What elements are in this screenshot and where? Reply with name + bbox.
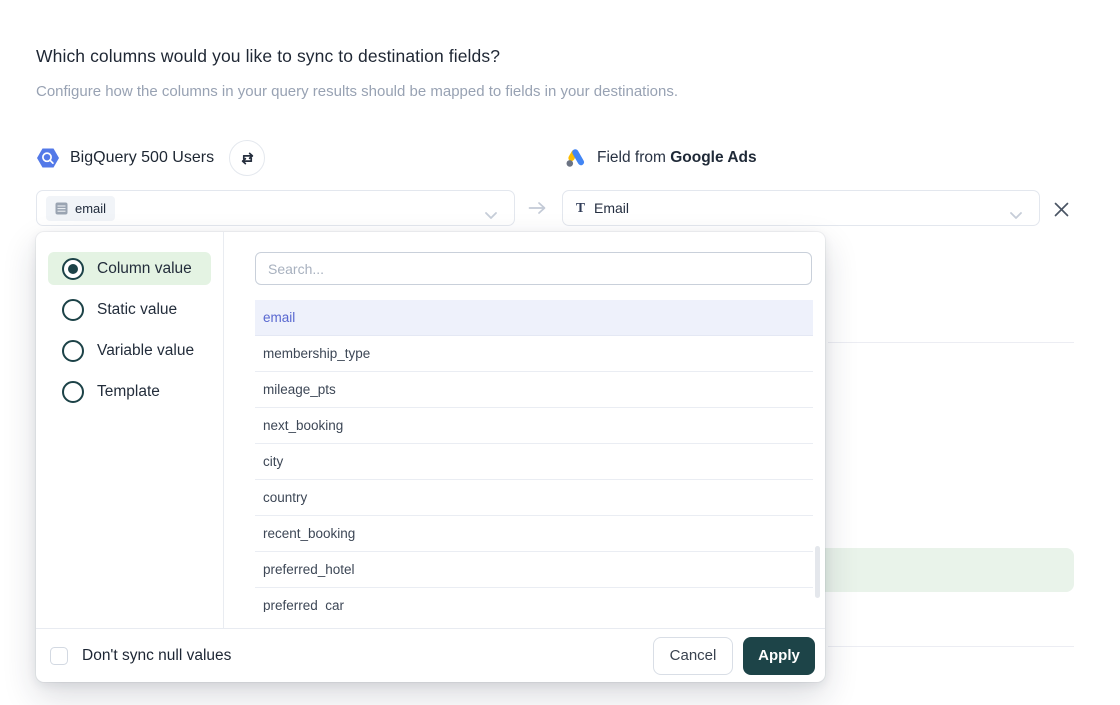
google-ads-icon — [565, 147, 587, 169]
column-list: emailmembership_typemileage_ptsnext_book… — [255, 300, 813, 612]
page-title: Which columns would you like to sync to … — [36, 46, 500, 67]
column-option[interactable]: preferred_hotel — [255, 552, 813, 588]
background-row-divider — [828, 342, 1074, 343]
source-column-header: BigQuery 500 Users — [36, 140, 265, 176]
source-column-chip: email — [46, 196, 115, 221]
list-scrollbar-thumb[interactable] — [815, 546, 820, 598]
value-type-label: Column value — [97, 260, 192, 278]
radio-icon[interactable] — [62, 299, 84, 321]
radio-checked-icon[interactable] — [62, 258, 84, 280]
column-option[interactable]: email — [255, 300, 813, 336]
value-type-label: Static value — [97, 301, 177, 319]
value-type-list: Column value Static value Variable value Te… — [36, 232, 224, 628]
destination-field-select[interactable]: T Email — [562, 190, 1040, 226]
source-column-select[interactable]: email — [36, 190, 515, 226]
value-type-label: Variable value — [97, 342, 194, 360]
chevron-down-icon — [485, 206, 497, 224]
column-option[interactable]: preferred_car — [255, 588, 813, 612]
text-type-icon: T — [576, 200, 585, 216]
destination-field-value: Email — [594, 200, 629, 216]
sync-field-mapping-screen: Which columns would you like to sync to … — [0, 0, 1120, 705]
source-model-name: BigQuery 500 Users — [70, 149, 214, 167]
value-type-label: Template — [97, 383, 160, 401]
search-input[interactable] — [255, 252, 812, 285]
column-option[interactable]: city — [255, 444, 813, 480]
popover-footer: Don't sync null values Cancel Apply — [36, 628, 825, 682]
destination-column-header: Field from Google Ads — [565, 140, 757, 176]
background-highlight-row — [790, 548, 1074, 592]
arrow-right-icon — [528, 201, 547, 220]
column-option[interactable]: mileage_pts — [255, 372, 813, 408]
value-type-option[interactable]: Template — [48, 375, 211, 408]
value-type-option[interactable]: Variable value — [48, 334, 211, 367]
apply-button[interactable]: Apply — [743, 637, 815, 675]
column-option[interactable]: membership_type — [255, 336, 813, 372]
swap-mapping-button[interactable] — [229, 140, 265, 176]
radio-icon[interactable] — [62, 381, 84, 403]
column-option[interactable]: next_booking — [255, 408, 813, 444]
radio-icon[interactable] — [62, 340, 84, 362]
dont-sync-null-label: Don't sync null values — [82, 647, 231, 665]
column-option[interactable]: country — [255, 480, 813, 516]
destination-field-label: Field from Google Ads — [597, 149, 757, 167]
swap-icon — [239, 150, 256, 167]
value-type-option[interactable]: Static value — [48, 293, 211, 326]
column-option[interactable]: recent_booking — [255, 516, 813, 552]
table-column-icon — [55, 202, 68, 215]
chevron-down-icon — [1010, 206, 1022, 224]
cancel-button[interactable]: Cancel — [653, 637, 733, 675]
bigquery-icon — [36, 146, 60, 170]
remove-mapping-button[interactable] — [1054, 200, 1072, 218]
close-icon — [1054, 202, 1072, 217]
value-type-option[interactable]: Column value — [48, 252, 211, 285]
source-column-value: email — [75, 201, 106, 216]
destination-name: Google Ads — [670, 149, 756, 166]
column-picker-popover: Column value Static value Variable value Te… — [36, 232, 825, 682]
page-subtitle: Configure how the columns in your query … — [36, 83, 678, 100]
background-row-divider — [828, 646, 1074, 647]
dont-sync-null-checkbox[interactable] — [50, 647, 68, 665]
